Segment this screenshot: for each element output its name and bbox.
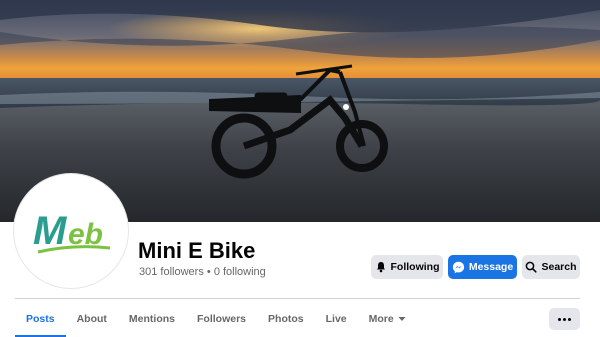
following-button[interactable]: Following	[371, 255, 443, 279]
search-label: Search	[541, 261, 577, 273]
tab-label: Live	[325, 313, 347, 325]
more-options-button[interactable]	[549, 308, 580, 330]
caret-down-icon	[398, 317, 406, 321]
bell-icon	[376, 262, 385, 273]
stats-separator: •	[206, 266, 211, 278]
profile-tabs: Posts About Mentions Followers Photos Li…	[15, 304, 417, 337]
tab-more[interactable]: More	[358, 304, 417, 334]
messenger-icon	[452, 261, 464, 273]
following-label: Following	[390, 261, 440, 273]
tab-posts[interactable]: Posts	[15, 304, 66, 337]
following-count[interactable]: 0 following	[214, 266, 266, 278]
tab-label: About	[76, 313, 107, 325]
search-button[interactable]: Search	[522, 255, 580, 279]
tab-label: More	[368, 313, 394, 325]
message-label: Message	[468, 261, 514, 273]
tab-about[interactable]: About	[66, 304, 118, 334]
header-divider	[15, 298, 580, 299]
page-title: Mini E Bike	[138, 238, 256, 263]
meb-logo: M eb	[18, 178, 124, 284]
tab-label: Mentions	[128, 313, 176, 325]
tab-label: Photos	[268, 313, 304, 325]
avatar[interactable]: M eb	[18, 178, 124, 284]
tab-photos[interactable]: Photos	[257, 304, 315, 334]
tab-followers[interactable]: Followers	[186, 304, 257, 334]
tab-label: Posts	[26, 313, 55, 325]
message-button[interactable]: Message	[448, 255, 517, 279]
tab-mentions[interactable]: Mentions	[118, 304, 186, 334]
ellipsis-icon	[558, 317, 561, 321]
tab-label: Followers	[197, 313, 247, 325]
search-icon	[526, 261, 538, 273]
followers-count[interactable]: 301 followers	[139, 266, 204, 278]
follow-stats: 301 followers • 0 following	[139, 266, 266, 278]
tab-live[interactable]: Live	[315, 304, 358, 334]
